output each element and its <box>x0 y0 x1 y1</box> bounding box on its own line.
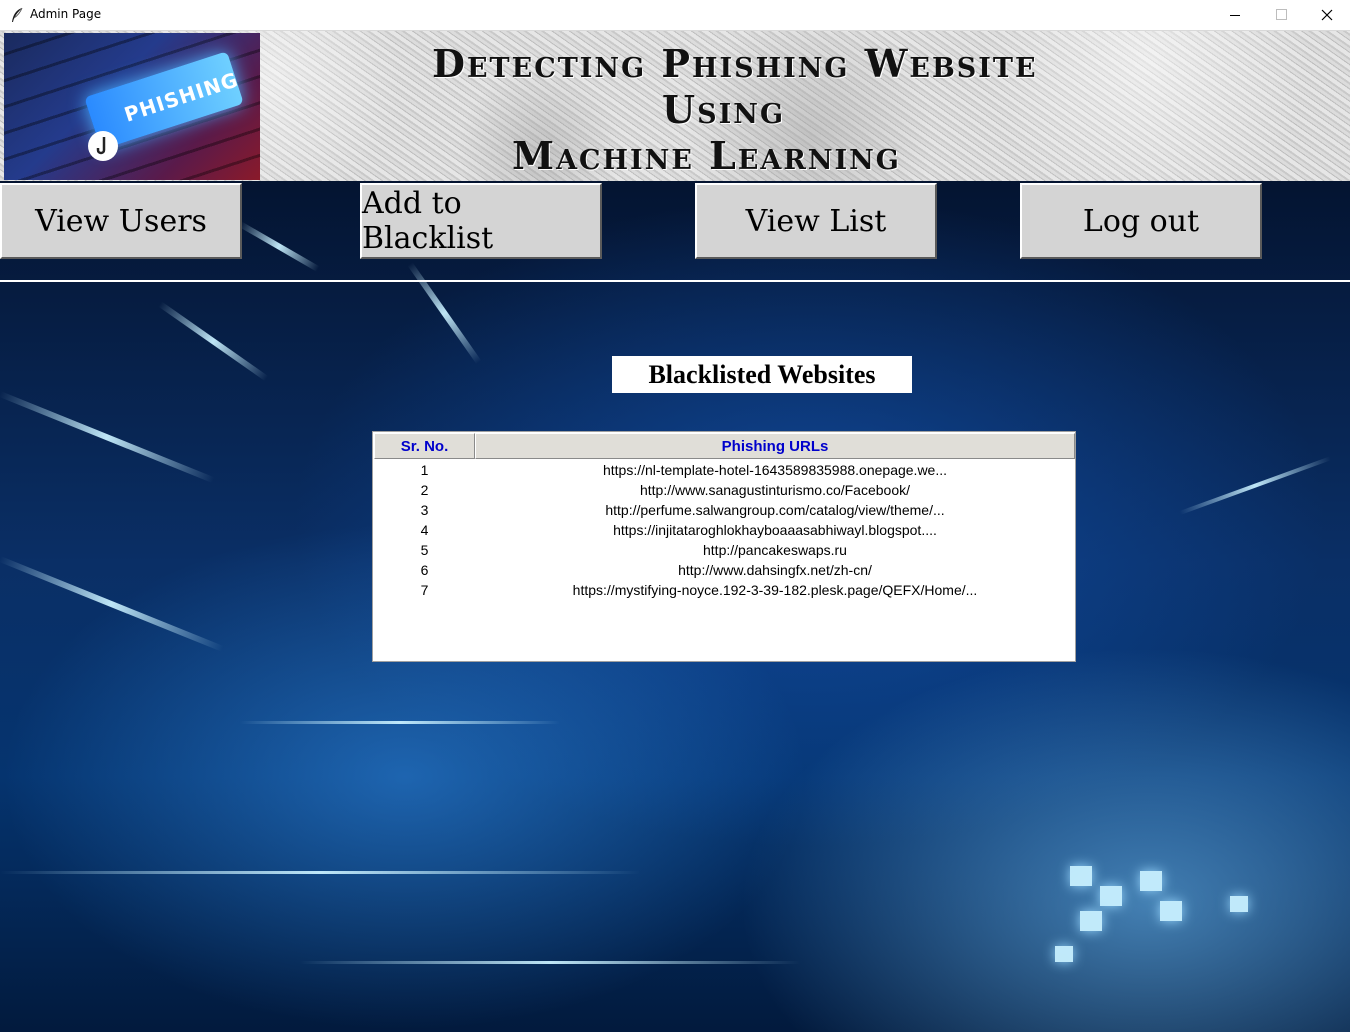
phishing-logo-image: PHISHING <box>4 33 260 180</box>
page-heading: Blacklisted Websites <box>612 356 912 393</box>
cell-url: https://injitataroghlokhayboaaasabhiwayl… <box>613 522 937 538</box>
cell-sr-no: 2 <box>420 482 429 498</box>
table-row[interactable]: 1 https://nl-template-hotel-164358983598… <box>374 461 1074 481</box>
cell-sr-no: 5 <box>420 542 429 558</box>
table-row[interactable]: 6 http://www.dahsingfx.net/zh-cn/ <box>374 561 1074 581</box>
cell-sr-no: 7 <box>420 582 429 598</box>
table-body: 1 https://nl-template-hotel-164358983598… <box>374 461 1074 601</box>
logout-button[interactable]: Log out <box>1020 183 1262 259</box>
maximize-button[interactable] <box>1258 0 1304 31</box>
cell-sr-no: 3 <box>420 502 429 518</box>
column-header-phishing-urls[interactable]: Phishing URLs <box>475 433 1075 459</box>
table-header: Sr. No. Phishing URLs <box>374 433 1075 459</box>
cell-url: http://www.sanagustinturismo.co/Facebook… <box>639 482 911 498</box>
view-users-button[interactable]: View Users <box>0 183 242 259</box>
close-icon <box>1321 9 1333 21</box>
table-row[interactable]: 7 https://mystifying-noyce.192-3-39-182.… <box>374 581 1074 601</box>
tech-background: View Users Add to Blacklist View List Lo… <box>0 181 1350 1032</box>
add-to-blacklist-button[interactable]: Add to Blacklist <box>360 183 602 259</box>
app-title-line-1: Detecting Phishing Website <box>432 41 1038 86</box>
table-row[interactable]: 4 https://injitataroghlokhayboaaasabhiwa… <box>374 521 1074 541</box>
view-list-button[interactable]: View List <box>695 183 937 259</box>
nav-divider <box>0 280 1350 282</box>
cell-url: http://www.dahsingfx.net/zh-cn/ <box>678 562 872 578</box>
app-header: PHISHING Detecting Phishing Website Usin… <box>0 31 1350 181</box>
table-row[interactable]: 3 http://perfume.salwangroup.com/catalog… <box>374 501 1074 521</box>
cell-url: http://pancakeswaps.ru <box>703 542 847 558</box>
blacklist-table[interactable]: Sr. No. Phishing URLs 1 https://nl-templ… <box>372 431 1076 662</box>
table-row[interactable]: 5 http://pancakeswaps.ru <box>374 541 1074 561</box>
close-button[interactable] <box>1304 0 1350 31</box>
cell-sr-no: 1 <box>420 462 429 478</box>
cell-url: http://perfume.salwangroup.com/catalog/v… <box>605 502 945 518</box>
app-title-line-3: Machine Learning <box>512 133 901 178</box>
fishhook-icon <box>88 131 118 161</box>
window-titlebar: Admin Page <box>0 0 1350 31</box>
cell-sr-no: 4 <box>420 522 429 538</box>
feather-icon <box>12 7 23 22</box>
cell-sr-no: 6 <box>420 562 429 578</box>
window-title: Admin Page <box>30 7 102 21</box>
minimize-button[interactable] <box>1212 0 1258 31</box>
app-title-line-2: Using <box>662 87 786 132</box>
column-header-sr-no[interactable]: Sr. No. <box>374 433 475 459</box>
table-row[interactable]: 2 http://www.sanagustinturismo.co/Facebo… <box>374 481 1074 501</box>
cell-url: https://nl-template-hotel-1643589835988.… <box>602 462 948 478</box>
cell-url: https://mystifying-noyce.192-3-39-182.pl… <box>572 582 978 598</box>
